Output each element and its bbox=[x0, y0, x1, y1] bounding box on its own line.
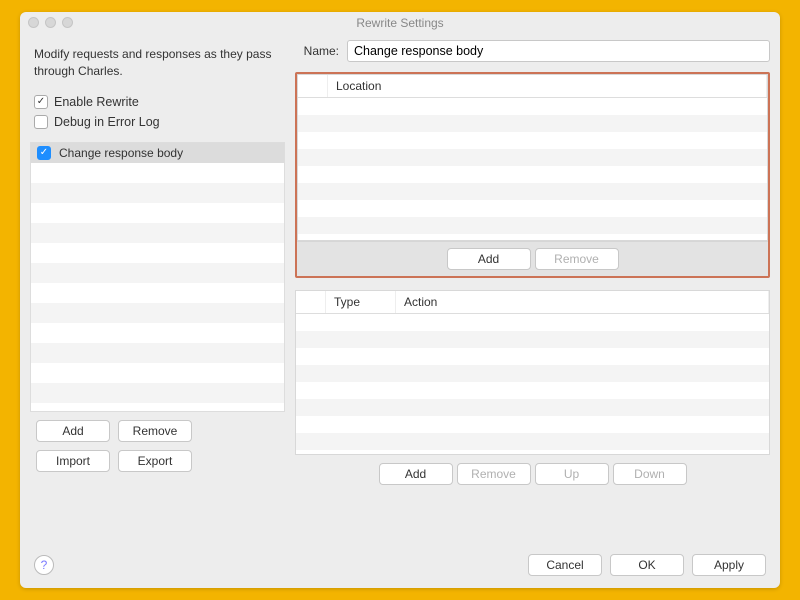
help-button[interactable]: ? bbox=[34, 555, 54, 575]
down-action-button[interactable]: Down bbox=[613, 463, 687, 485]
import-button[interactable]: Import bbox=[36, 450, 110, 472]
left-panel: Modify requests and responses as they pa… bbox=[30, 40, 285, 544]
type-column-header: Type bbox=[326, 291, 396, 313]
rule-name: Change response body bbox=[59, 146, 183, 160]
name-row: Name: bbox=[295, 40, 770, 62]
close-icon[interactable] bbox=[28, 17, 39, 28]
location-buttons: Add Remove bbox=[297, 241, 768, 276]
actions-header-row: Type Action bbox=[296, 291, 769, 314]
rule-list[interactable]: ✓ Change response body bbox=[30, 142, 285, 412]
description-text: Modify requests and responses as they pa… bbox=[30, 40, 285, 92]
add-rule-button[interactable]: Add bbox=[36, 420, 110, 442]
add-location-button[interactable]: Add bbox=[447, 248, 531, 270]
remove-rule-button[interactable]: Remove bbox=[118, 420, 192, 442]
location-checkbox-column bbox=[298, 75, 328, 97]
ok-button[interactable]: OK bbox=[610, 554, 684, 576]
actions-table[interactable]: Type Action bbox=[295, 290, 770, 455]
debug-checkbox[interactable] bbox=[34, 115, 48, 129]
enable-rewrite-label: Enable Rewrite bbox=[54, 95, 139, 109]
actions-checkbox-column bbox=[296, 291, 326, 313]
add-action-button[interactable]: Add bbox=[379, 463, 453, 485]
debug-label: Debug in Error Log bbox=[54, 115, 160, 129]
cancel-button[interactable]: Cancel bbox=[528, 554, 602, 576]
footer-buttons: Cancel OK Apply bbox=[528, 554, 766, 576]
enable-rewrite-row[interactable]: ✓ Enable Rewrite bbox=[30, 92, 285, 112]
actions-section: Type Action Add Remove Up Down bbox=[295, 290, 770, 493]
location-column-header: Location bbox=[328, 75, 767, 97]
name-input[interactable] bbox=[347, 40, 770, 62]
content-area: Modify requests and responses as they pa… bbox=[20, 34, 780, 544]
enable-rewrite-checkbox[interactable]: ✓ bbox=[34, 95, 48, 109]
location-table[interactable]: Location bbox=[297, 74, 768, 241]
location-body[interactable] bbox=[298, 98, 767, 240]
zoom-icon[interactable] bbox=[62, 17, 73, 28]
action-column-header: Action bbox=[396, 291, 769, 313]
actions-body[interactable] bbox=[296, 314, 769, 454]
minimize-icon[interactable] bbox=[45, 17, 56, 28]
export-button[interactable]: Export bbox=[118, 450, 192, 472]
up-action-button[interactable]: Up bbox=[535, 463, 609, 485]
location-section-highlight: Location Add Remove bbox=[295, 72, 770, 278]
rule-checkbox[interactable]: ✓ bbox=[37, 146, 51, 160]
rule-buttons-row2: Import Export bbox=[30, 450, 285, 472]
window-title: Rewrite Settings bbox=[356, 16, 443, 30]
remove-location-button[interactable]: Remove bbox=[535, 248, 619, 270]
titlebar: Rewrite Settings bbox=[20, 12, 780, 34]
name-label: Name: bbox=[295, 44, 339, 58]
rule-buttons-row1: Add Remove bbox=[30, 420, 285, 442]
actions-buttons: Add Remove Up Down bbox=[295, 455, 770, 493]
right-panel: Name: Location Add Remove bbox=[295, 40, 770, 544]
rewrite-settings-window: Rewrite Settings Modify requests and res… bbox=[20, 12, 780, 588]
debug-row[interactable]: Debug in Error Log bbox=[30, 112, 285, 132]
footer: ? Cancel OK Apply bbox=[20, 544, 780, 588]
window-controls bbox=[28, 17, 73, 28]
apply-button[interactable]: Apply bbox=[692, 554, 766, 576]
location-header-row: Location bbox=[298, 75, 767, 98]
list-item[interactable]: ✓ Change response body bbox=[31, 143, 284, 163]
remove-action-button[interactable]: Remove bbox=[457, 463, 531, 485]
